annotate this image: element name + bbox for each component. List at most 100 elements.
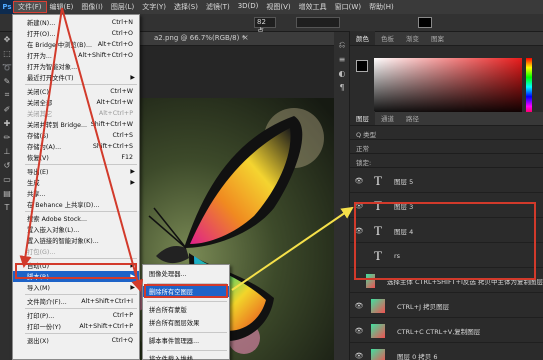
adjustments-panel-icon[interactable]: ◐ [335, 66, 349, 80]
shortcut-label: Alt+Shift+Ctrl+O [78, 52, 133, 59]
file-menu-item[interactable]: 最近打开文件(T) ▶ [13, 72, 139, 83]
document-title: a2.png @ 66.7%(RGB/8) * [154, 34, 246, 42]
layer-row[interactable]: 👁 T 图层 5 [350, 169, 543, 193]
layer-name: 图层 5 [394, 177, 414, 186]
file-menu-item[interactable]: 置入嵌入对象(L)... [13, 224, 139, 235]
file-menu-item[interactable]: 打开为... Alt+Shift+Ctrl+O [13, 50, 139, 61]
file-menu-item[interactable]: 关闭(C) Ctrl+W [13, 86, 139, 97]
menu-5[interactable]: 选择(S) [170, 2, 202, 12]
file-menu-item[interactable]: 退出(X) Ctrl+Q [13, 335, 139, 346]
shortcut-label: Alt+Ctrl+O [97, 41, 133, 48]
scripts-submenu-item[interactable]: 将文件载入堆栈... [143, 353, 229, 360]
eye-icon[interactable]: 👁 [352, 302, 366, 310]
layer-row[interactable]: 👁 CTRL+J 拷贝图层 [350, 294, 543, 318]
menu-7[interactable]: 3D(D) [234, 2, 263, 12]
text-color-swatch[interactable] [418, 17, 432, 28]
scripts-submenu-item[interactable]: 脚本事件管理器... [143, 335, 229, 346]
close-tab-icon[interactable]: × [242, 33, 249, 42]
file-menu-item[interactable]: 生成 ▶ [13, 177, 139, 188]
eye-icon[interactable]: 👁 [352, 327, 366, 335]
blend-mode-row[interactable]: 正常 [350, 140, 543, 154]
shortcut-label: Alt+Shift+Ctrl+P [79, 323, 133, 330]
file-menu-item-label: 打印(P)... [27, 313, 55, 320]
file-menu-item-label: 打印一份(Y) [27, 324, 61, 331]
layer-filter[interactable]: Q 类型 [350, 126, 543, 140]
layer-row[interactable]: 👁 图层 0 拷贝 6 [350, 344, 543, 360]
foreground-color-swatch[interactable] [356, 60, 368, 72]
menu-3[interactable]: 图层(L) [107, 2, 138, 12]
file-menu-item[interactable]: 存储(S) Ctrl+S [13, 130, 139, 141]
file-menu-item[interactable]: 恢复(V) F12 [13, 152, 139, 163]
file-menu-item[interactable]: 共享... [13, 188, 139, 199]
color-picker-field[interactable] [374, 58, 522, 116]
scripts-submenu: 图像处理器... 删除所有空图层 拼合所有蒙版 拼合所有图层效果 脚本事件管理器... 将… [142, 264, 230, 360]
layer-row[interactable]: 👁 CTRL+C CTRL+V,复制图层 [350, 319, 543, 343]
file-menu-item[interactable]: 置入链接的智能对象(K)... [13, 235, 139, 246]
file-menu-item[interactable]: 新建(N)... Ctrl+N [13, 17, 139, 28]
file-menu-item-label: 存储为(A)... [27, 144, 62, 151]
file-menu-item[interactable]: 打印一份(Y) Alt+Shift+Ctrl+P [13, 321, 139, 332]
color-panel-tab-0[interactable]: 颜色 [350, 31, 375, 45]
file-menu-dropdown: 新建(N)... Ctrl+N 打开(O)... Ctrl+O 在 Bridge 中浏览… [12, 14, 140, 360]
shortcut-label: Shift+Ctrl+S [92, 143, 133, 150]
color-panel-tab-2[interactable]: 渐变 [400, 31, 425, 45]
file-menu-item[interactable]: 打印(P)... Ctrl+P [13, 310, 139, 321]
menu-6[interactable]: 滤镜(T) [202, 2, 234, 12]
color-panel-tab-3[interactable]: 图案 [425, 31, 450, 45]
menu-4[interactable]: 文字(Y) [138, 2, 170, 12]
file-menu-item-label: 存储(S) [27, 133, 49, 140]
hue-slider[interactable] [526, 58, 532, 116]
layers-panel-tab-1[interactable]: 通道 [375, 111, 400, 125]
file-menu-item-label: 文件简介(F)... [27, 299, 67, 306]
file-menu-item[interactable]: 导出(E) ▶ [13, 166, 139, 177]
font-size-field[interactable]: 82 点 [254, 17, 276, 35]
submenu-separator [147, 301, 227, 302]
scripts-submenu-item[interactable]: 图像处理器... [143, 268, 229, 279]
eye-icon[interactable]: 👁 [352, 177, 366, 185]
layer-filter-label: Q 类型 [356, 131, 377, 139]
menu-10[interactable]: 窗口(W) [331, 2, 365, 12]
file-menu-item-label: 关闭其它 [27, 111, 53, 118]
file-menu-item-label: 打开(O)... [27, 31, 56, 38]
file-menu-item[interactable]: 关闭全部 Alt+Ctrl+W [13, 97, 139, 108]
menu-8[interactable]: 视图(V) [262, 2, 294, 12]
file-menu-item-label: 导出(E) [27, 169, 49, 176]
file-menu-item[interactable]: 在 Behance 上共享(D)... [13, 199, 139, 210]
file-menu-item[interactable]: 文件简介(F)... Alt+Shift+Ctrl+I [13, 296, 139, 307]
annotation-red-box-scripts [15, 263, 137, 279]
file-menu-item[interactable]: 导入(M) ▶ [13, 282, 139, 293]
file-menu-item-label: 打包(G)... [27, 249, 56, 256]
color-panel-tab-1[interactable]: 色板 [375, 31, 400, 45]
submenu-arrow-icon: ▶ [130, 168, 135, 175]
menu-2[interactable]: 图像(I) [77, 2, 107, 12]
menu-separator [25, 164, 137, 165]
file-menu-item[interactable]: 打开(O)... Ctrl+O [13, 28, 139, 39]
layers-panel-tab-2[interactable]: 路径 [400, 111, 425, 125]
menu-0[interactable]: 文件(F) [13, 1, 47, 13]
submenu-separator [147, 332, 227, 333]
eye-icon[interactable]: 👁 [352, 352, 366, 360]
menu-11[interactable]: 帮助(H) [365, 2, 398, 12]
menu-9[interactable]: 增效工具 [295, 2, 331, 12]
layers-panel-tab-0[interactable]: 图层 [350, 111, 375, 125]
properties-panel-icon[interactable]: ≡ [335, 52, 349, 66]
menu-1[interactable]: 编辑(E) [46, 2, 78, 12]
scripts-submenu-item[interactable]: 拼合所有蒙版 [143, 304, 229, 315]
layer-name: CTRL+J 拷贝图层 [397, 302, 450, 311]
file-menu-item[interactable]: 关闭并转到 Bridge... Shift+Ctrl+W [13, 119, 139, 130]
scripts-submenu-item[interactable]: 拼合所有图层效果 [143, 317, 229, 328]
file-menu-item[interactable]: 打开为智能对象... [13, 61, 139, 72]
history-panel-icon[interactable]: ⎌ [335, 38, 349, 52]
file-menu-item[interactable]: 搜索 Adobe Stock... [13, 213, 139, 224]
file-menu-item[interactable]: 存储为(A)... Shift+Ctrl+S [13, 141, 139, 152]
file-menu-item-label: 最近打开文件(T) [27, 75, 74, 82]
menu-separator [25, 84, 137, 85]
file-menu-item-label: 导入(M) [27, 285, 50, 292]
anti-alias-select[interactable] [296, 17, 340, 28]
file-menu-item[interactable]: 在 Bridge 中浏览(B)... Alt+Ctrl+O [13, 39, 139, 50]
file-menu-item-label: 退出(X) [27, 338, 49, 345]
file-menu-item-label: 新建(N)... [27, 20, 56, 27]
file-menu-item-label: 关闭全部 [27, 100, 53, 107]
paragraph-panel-icon[interactable]: ¶ [335, 80, 349, 94]
right-panel-dock: 颜色 色板 渐变 图案 图层 通道 路径 Q 类型 正常 锁定: 👁 T 图层 5 👁 T 图层 3… [350, 31, 543, 360]
